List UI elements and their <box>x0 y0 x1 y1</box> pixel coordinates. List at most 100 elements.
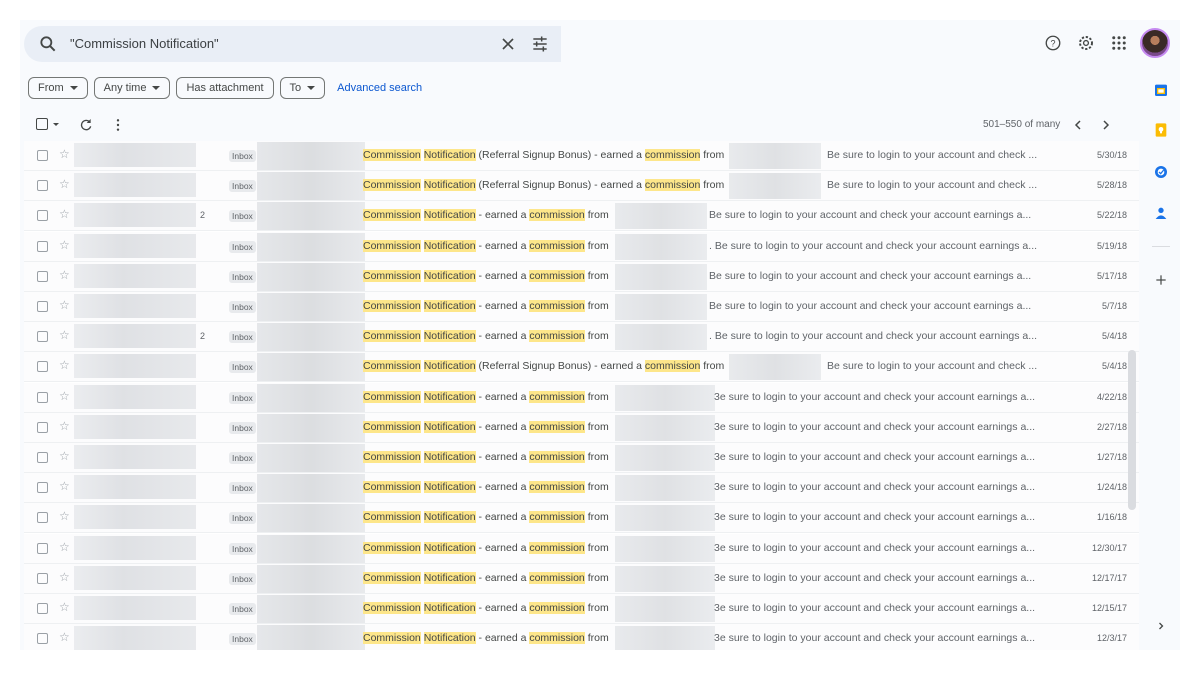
email-snippet: Be sure to login to your account and che… <box>709 209 1032 222</box>
search-highlight: Commission <box>363 571 421 584</box>
email-row[interactable]: ☆ Inbox Commission Notification - earned a… <box>24 563 1139 594</box>
email-row[interactable]: ☆ Inbox Commission Notification - earned a… <box>24 261 1139 292</box>
row-checkbox[interactable] <box>37 180 48 192</box>
email-row[interactable]: ☆ Inbox Commission Notification - earned a… <box>24 231 1139 262</box>
row-checkbox[interactable] <box>37 572 48 584</box>
row-checkbox[interactable] <box>37 452 48 463</box>
sender-redacted <box>74 294 196 318</box>
star-icon[interactable]: ☆ <box>59 540 70 554</box>
star-icon[interactable]: ☆ <box>59 600 70 614</box>
subject-text: - earned a <box>475 209 530 222</box>
email-row[interactable]: ☆ Inbox Commission Notification - earned a… <box>24 503 1139 534</box>
apps-grid-icon[interactable] <box>1110 34 1128 52</box>
row-checkbox[interactable] <box>37 633 48 645</box>
email-row[interactable]: ☆ Inbox Commission Notification (Referral … <box>24 141 1139 171</box>
star-icon[interactable]: ☆ <box>59 328 70 342</box>
attachment-filter-chip[interactable]: Has attachment <box>176 77 274 99</box>
star-icon[interactable]: ☆ <box>59 147 70 161</box>
row-checkbox[interactable] <box>37 150 48 161</box>
row-checkbox[interactable] <box>37 240 48 252</box>
search-highlight: Commission <box>363 390 421 403</box>
star-icon[interactable]: ☆ <box>59 389 70 403</box>
avatar[interactable] <box>1140 28 1170 58</box>
email-row[interactable]: ☆ 2 Inbox Commission Notification - earned … <box>24 201 1139 232</box>
search-bar[interactable]: "Commission Notification" <box>24 26 561 62</box>
email-subject: Commission Notification (Referral Signup… <box>363 360 725 373</box>
row-checkbox[interactable] <box>37 603 48 614</box>
row-checkbox[interactable] <box>37 270 48 282</box>
chip-label: Any time <box>103 82 147 94</box>
contacts-icon[interactable] <box>1153 205 1169 221</box>
subject-text: from <box>584 451 609 463</box>
advanced-search-link[interactable]: Advanced search <box>337 82 422 94</box>
email-row[interactable]: ☆ Inbox Commission Notification (Referral … <box>24 171 1139 202</box>
to-filter-chip[interactable]: To <box>279 77 326 99</box>
chevron-right-icon[interactable] <box>1098 117 1114 133</box>
email-date: 5/4/18 <box>1101 331 1127 342</box>
subject-text: - earned a <box>475 420 530 433</box>
email-row[interactable]: ☆ Inbox Commission Notification - earned a… <box>24 473 1139 504</box>
time-filter-chip[interactable]: Any time <box>93 77 171 99</box>
email-subject: Commission Notification - earned a commi… <box>363 300 609 312</box>
email-date: 5/4/18 <box>1101 361 1127 372</box>
search-options-icon[interactable] <box>530 34 550 54</box>
row-checkbox[interactable] <box>37 512 48 524</box>
star-icon[interactable]: ☆ <box>59 570 70 584</box>
gear-icon[interactable] <box>1077 34 1095 52</box>
star-icon[interactable]: ☆ <box>59 207 70 221</box>
row-checkbox[interactable] <box>37 391 48 403</box>
redacted-block <box>257 383 365 412</box>
row-checkbox[interactable] <box>37 301 48 312</box>
clear-search-icon[interactable] <box>498 34 518 54</box>
row-checkbox[interactable] <box>37 542 48 554</box>
from-filter-chip[interactable]: From <box>28 77 88 99</box>
email-row[interactable]: ☆ Inbox Commission Notification - earned a… <box>24 412 1139 443</box>
select-menu-caret-icon[interactable] <box>53 123 59 126</box>
email-row[interactable]: ☆ Inbox Commission Notification - earned a… <box>24 382 1139 413</box>
subject-text: from <box>700 360 725 373</box>
help-icon[interactable]: ? <box>1044 34 1062 52</box>
star-icon[interactable]: ☆ <box>59 479 70 493</box>
row-checkbox[interactable] <box>37 331 48 343</box>
search-input[interactable]: "Commission Notification" <box>70 36 219 51</box>
email-row[interactable]: ☆ Inbox Commission Notification (Referral … <box>24 352 1139 383</box>
star-icon[interactable]: ☆ <box>59 419 70 433</box>
redacted-block <box>729 143 821 169</box>
star-icon[interactable]: ☆ <box>59 298 70 312</box>
star-icon[interactable]: ☆ <box>59 509 70 523</box>
row-checkbox[interactable] <box>37 421 48 433</box>
calendar-icon[interactable] <box>1153 82 1169 98</box>
search-icon[interactable] <box>38 34 58 54</box>
redacted-block <box>257 142 365 170</box>
tasks-icon[interactable] <box>1153 164 1169 180</box>
star-icon[interactable]: ☆ <box>59 358 70 372</box>
email-row[interactable]: ☆ 2 Inbox Commission Notification - earned … <box>24 322 1139 353</box>
star-icon[interactable]: ☆ <box>59 268 70 282</box>
email-row[interactable]: ☆ Inbox Commission Notification - earned a… <box>24 624 1139 650</box>
chevron-left-icon[interactable] <box>1070 117 1086 133</box>
scrollbar-thumb[interactable] <box>1128 350 1136 510</box>
redacted-block <box>615 596 715 622</box>
search-highlight: Notification <box>423 179 476 192</box>
refresh-icon[interactable] <box>78 117 94 133</box>
add-icon[interactable] <box>1153 272 1169 288</box>
email-row[interactable]: ☆ Inbox Commission Notification - earned a… <box>24 594 1139 624</box>
star-icon[interactable]: ☆ <box>59 449 70 463</box>
row-checkbox[interactable] <box>37 361 48 373</box>
star-icon[interactable]: ☆ <box>59 177 70 191</box>
email-row[interactable]: ☆ Inbox Commission Notification - earned a… <box>24 533 1139 564</box>
redacted-block <box>257 444 365 472</box>
row-checkbox[interactable] <box>37 482 48 494</box>
search-highlight: Commission <box>363 451 421 463</box>
star-icon[interactable]: ☆ <box>59 238 70 252</box>
email-row[interactable]: ☆ Inbox Commission Notification - earned a… <box>24 292 1139 322</box>
more-vert-icon[interactable] <box>110 117 126 133</box>
star-icon[interactable]: ☆ <box>59 630 70 644</box>
select-all-checkbox[interactable] <box>36 118 48 130</box>
expand-panel-chevron-icon[interactable] <box>1155 620 1167 632</box>
row-checkbox[interactable] <box>37 210 48 222</box>
chip-label: To <box>289 82 302 94</box>
email-row[interactable]: ☆ Inbox Commission Notification - earned a… <box>24 443 1139 473</box>
sender-redacted <box>74 384 196 409</box>
keep-icon[interactable] <box>1153 122 1169 138</box>
